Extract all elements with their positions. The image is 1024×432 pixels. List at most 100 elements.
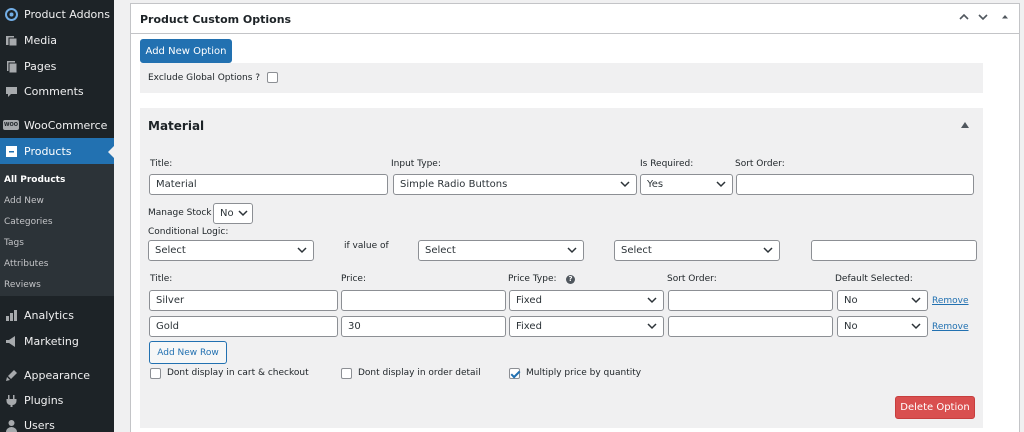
collapse-panel-icon[interactable] xyxy=(1000,11,1010,26)
chevron-down-icon xyxy=(297,247,307,254)
chevron-down-icon xyxy=(911,323,921,330)
submenu-attributes[interactable]: Attributes xyxy=(4,259,48,269)
sidebar-item-label: Users xyxy=(24,418,55,432)
dont-display-order-label: Dont display in order detail xyxy=(358,368,481,378)
comments-icon xyxy=(4,84,18,98)
value-row-2-price-type-select[interactable]: Fixed xyxy=(509,316,664,337)
input-type-label: Input Type: xyxy=(391,159,441,169)
sidebar-item-product-addons[interactable]: Product Addons xyxy=(0,1,114,27)
active-arrow xyxy=(108,145,115,159)
condition-option-value: Select xyxy=(425,245,456,256)
sidebar-item-appearance[interactable]: Appearance xyxy=(0,362,114,388)
value-row-1-sort-order-input[interactable] xyxy=(668,290,833,311)
multiply-price-label: Multiply price by quantity xyxy=(526,368,642,378)
sidebar-item-label: WooCommerce xyxy=(24,118,108,132)
users-icon xyxy=(4,418,18,432)
collapse-option-icon[interactable] xyxy=(959,119,971,134)
sidebar-item-label: Marketing xyxy=(24,334,79,348)
sidebar-item-users[interactable]: Users xyxy=(0,412,114,432)
row-sort-order-header: Sort Order: xyxy=(667,274,717,284)
exclude-global-row: Exclude Global Options ? xyxy=(140,63,983,93)
is-required-value: Yes xyxy=(647,179,664,190)
sort-order-label: Sort Order: xyxy=(735,159,785,169)
conditional-logic-label: Conditional Logic: xyxy=(148,227,229,237)
row-default-selected-header: Default Selected: xyxy=(835,274,913,284)
exclude-global-label: Exclude Global Options ? xyxy=(148,73,261,83)
value-row-2-default-select[interactable]: No xyxy=(837,316,928,337)
sidebar-item-media[interactable]: Media xyxy=(0,27,114,53)
submenu-all-products[interactable]: All Products xyxy=(4,175,65,185)
sidebar-item-marketing[interactable]: Marketing xyxy=(0,328,114,354)
conditional-logic-select[interactable]: Select xyxy=(148,240,314,261)
value-row-2-title-input[interactable]: Gold xyxy=(149,316,338,337)
exclude-global-checkbox[interactable] xyxy=(267,72,278,83)
chevron-down-icon xyxy=(716,181,726,188)
add-new-option-button[interactable]: Add New Option xyxy=(140,39,232,63)
option-title-input[interactable]: Material xyxy=(149,174,388,195)
products-submenu: All Products Add New Categories Tags Att… xyxy=(0,164,114,296)
value-row-1-price-type-select[interactable]: Fixed xyxy=(509,290,664,311)
value-row-2-remove-link[interactable]: Remove xyxy=(932,322,969,332)
sidebar-item-products[interactable]: Products xyxy=(0,138,115,164)
manage-stock-value: No xyxy=(220,208,234,219)
media-icon xyxy=(4,33,18,47)
input-type-value: Simple Radio Buttons xyxy=(400,179,508,190)
submenu-reviews[interactable]: Reviews xyxy=(4,280,41,290)
delete-option-button[interactable]: Delete Option xyxy=(895,396,975,419)
condition-operator-select[interactable]: Select xyxy=(614,240,780,261)
admin-sidebar: Product Addons Media Pages Comments WOO … xyxy=(0,0,115,432)
conditional-logic-value: Select xyxy=(155,245,186,256)
option-sort-order-input[interactable] xyxy=(736,174,974,195)
title-label: Title: xyxy=(150,159,173,169)
move-down-icon[interactable] xyxy=(977,11,989,26)
sidebar-item-comments[interactable]: Comments xyxy=(0,78,114,104)
dont-display-cart-checkbox[interactable] xyxy=(150,368,161,379)
default-selected-value: No xyxy=(844,321,858,332)
chevron-down-icon xyxy=(763,247,773,254)
input-type-select[interactable]: Simple Radio Buttons xyxy=(393,174,637,195)
row-price-type-header: Price Type: xyxy=(508,274,557,284)
row-title-header: Title: xyxy=(150,274,173,284)
sidebar-item-label: Analytics xyxy=(24,308,74,322)
manage-stock-select[interactable]: No xyxy=(213,203,253,224)
row-price-header: Price: xyxy=(341,274,366,284)
value-row-1-default-select[interactable]: No xyxy=(837,290,928,311)
value-row-1-remove-link[interactable]: Remove xyxy=(932,296,969,306)
manage-stock-label: Manage Stock xyxy=(148,208,212,218)
sidebar-item-label: Products xyxy=(24,144,72,158)
sidebar-item-pages[interactable]: Pages xyxy=(0,53,114,79)
sidebar-item-label: Product Addons xyxy=(24,7,110,21)
condition-value-input[interactable] xyxy=(811,240,977,261)
submenu-categories[interactable]: Categories xyxy=(4,217,53,227)
price-type-value: Fixed xyxy=(516,295,542,306)
if-value-of-label: if value of xyxy=(344,241,389,251)
multiply-price-checkbox[interactable] xyxy=(509,368,520,379)
value-row-2-price-input[interactable]: 30 xyxy=(341,316,506,337)
value-row-1-title-input[interactable]: Silver xyxy=(149,290,338,311)
plugins-icon xyxy=(4,393,18,407)
value-row-2-sort-order-input[interactable] xyxy=(668,316,833,337)
addons-icon xyxy=(4,7,18,21)
is-required-label: Is Required: xyxy=(640,159,694,169)
price-type-help-icon[interactable]: ? xyxy=(566,275,575,284)
dont-display-cart-label: Dont display in cart & checkout xyxy=(167,368,309,378)
submenu-add-new[interactable]: Add New xyxy=(4,196,44,206)
condition-option-select[interactable]: Select xyxy=(418,240,584,261)
marketing-icon xyxy=(4,334,18,348)
submenu-tags[interactable]: Tags xyxy=(4,238,24,248)
dont-display-order-checkbox[interactable] xyxy=(341,368,352,379)
panel-title: Product Custom Options xyxy=(140,13,292,26)
value-row-1-price-input[interactable] xyxy=(341,290,506,311)
sidebar-item-plugins[interactable]: Plugins xyxy=(0,387,114,413)
sidebar-item-label: Plugins xyxy=(24,393,64,407)
sidebar-item-woocommerce[interactable]: WOO WooCommerce xyxy=(0,112,114,138)
move-up-icon[interactable] xyxy=(958,11,970,26)
add-new-row-button[interactable]: Add New Row xyxy=(149,341,227,364)
chevron-down-icon xyxy=(647,323,657,330)
is-required-select[interactable]: Yes xyxy=(640,174,733,195)
panel-header: Product Custom Options xyxy=(131,4,1019,34)
chevron-down-icon xyxy=(567,247,577,254)
sidebar-item-analytics[interactable]: Analytics xyxy=(0,302,114,328)
products-icon xyxy=(4,144,18,158)
chevron-down-icon xyxy=(911,297,921,304)
